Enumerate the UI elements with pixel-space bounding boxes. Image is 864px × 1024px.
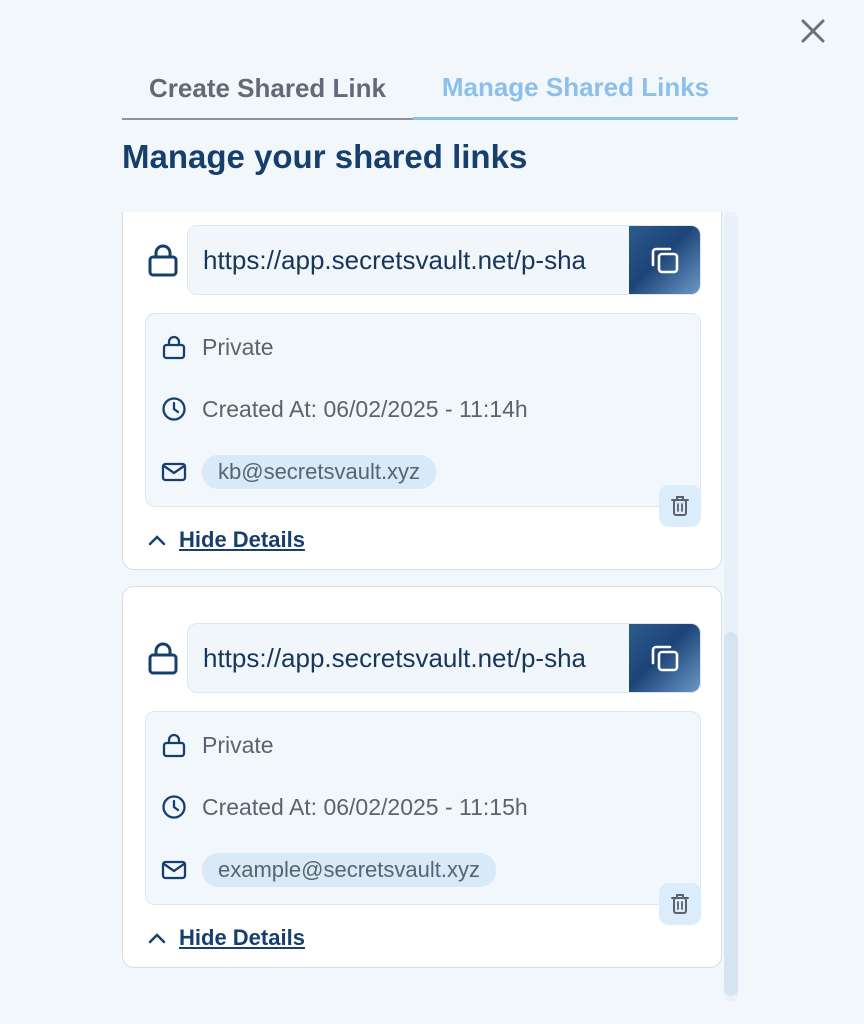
tab-manage-shared-links[interactable]: Manage Shared Links: [413, 58, 738, 120]
shared-links-list[interactable]: https://app.secretsvault.net/p-sha Priva…: [122, 212, 738, 1002]
chevron-up-icon: [148, 933, 166, 944]
chevron-up-icon: [148, 535, 166, 546]
shared-link-card: https://app.secretsvault.net/p-sha Priva…: [122, 212, 722, 570]
visibility-row: Private: [160, 728, 274, 762]
lock-icon: [160, 731, 188, 759]
copy-link-button[interactable]: [629, 226, 700, 294]
visibility-label: Private: [202, 731, 274, 758]
delete-link-button[interactable]: [659, 485, 701, 527]
tab-create-shared-link[interactable]: Create Shared Link: [122, 58, 413, 120]
shared-link-url[interactable]: https://app.secretsvault.net/p-sha: [203, 624, 619, 692]
created-at: Created At: 06/02/2025 - 11:14h: [202, 395, 528, 422]
shared-link-url[interactable]: https://app.secretsvault.net/p-sha: [203, 226, 619, 294]
hide-details-toggle[interactable]: Hide Details: [147, 923, 305, 953]
link-details: Private Created At: 06/02/2025 - 11:14h: [145, 313, 701, 507]
hide-details-link[interactable]: Hide Details: [179, 527, 305, 553]
url-field[interactable]: https://app.secretsvault.net/p-sha: [187, 623, 701, 693]
scrollbar-thumb[interactable]: [724, 632, 738, 996]
shared-link-card: https://app.secretsvault.net/p-sha Priva…: [122, 586, 722, 968]
copy-link-button[interactable]: [629, 624, 700, 692]
trash-icon: [671, 894, 689, 914]
delete-link-button[interactable]: [659, 883, 701, 925]
link-row: https://app.secretsvault.net/p-sha: [147, 623, 701, 693]
link-row: https://app.secretsvault.net/p-sha: [147, 225, 701, 295]
copy-icon: [651, 645, 679, 672]
created-row: Created At: 06/02/2025 - 11:14h: [160, 392, 528, 426]
recipient-email: example@secretsvault.xyz: [202, 853, 496, 887]
mail-icon: [160, 856, 188, 884]
recipient-row: example@secretsvault.xyz: [160, 853, 496, 887]
recipient-email: kb@secretsvault.xyz: [202, 455, 437, 489]
tab-bar: Create Shared Link Manage Shared Links: [122, 58, 738, 122]
link-details: Private Created At: 06/02/2025 - 11:15h: [145, 711, 701, 905]
recipient-row: kb@secretsvault.xyz: [160, 455, 437, 489]
close-button[interactable]: [796, 14, 830, 48]
trash-icon: [671, 496, 689, 516]
clock-icon: [160, 395, 188, 423]
created-row: Created At: 06/02/2025 - 11:15h: [160, 790, 528, 824]
visibility-row: Private: [160, 330, 274, 364]
lock-icon: [148, 244, 178, 277]
hide-details-link[interactable]: Hide Details: [179, 925, 305, 951]
hide-details-toggle[interactable]: Hide Details: [147, 525, 305, 555]
page-title: Manage your shared links: [122, 138, 528, 175]
lock-icon: [160, 333, 188, 361]
created-at: Created At: 06/02/2025 - 11:15h: [202, 793, 528, 820]
close-icon: [801, 19, 825, 43]
lock-icon: [148, 642, 178, 675]
copy-icon: [651, 247, 679, 274]
mail-icon: [160, 458, 188, 486]
clock-icon: [160, 793, 188, 821]
url-field[interactable]: https://app.secretsvault.net/p-sha: [187, 225, 701, 295]
visibility-label: Private: [202, 333, 274, 360]
